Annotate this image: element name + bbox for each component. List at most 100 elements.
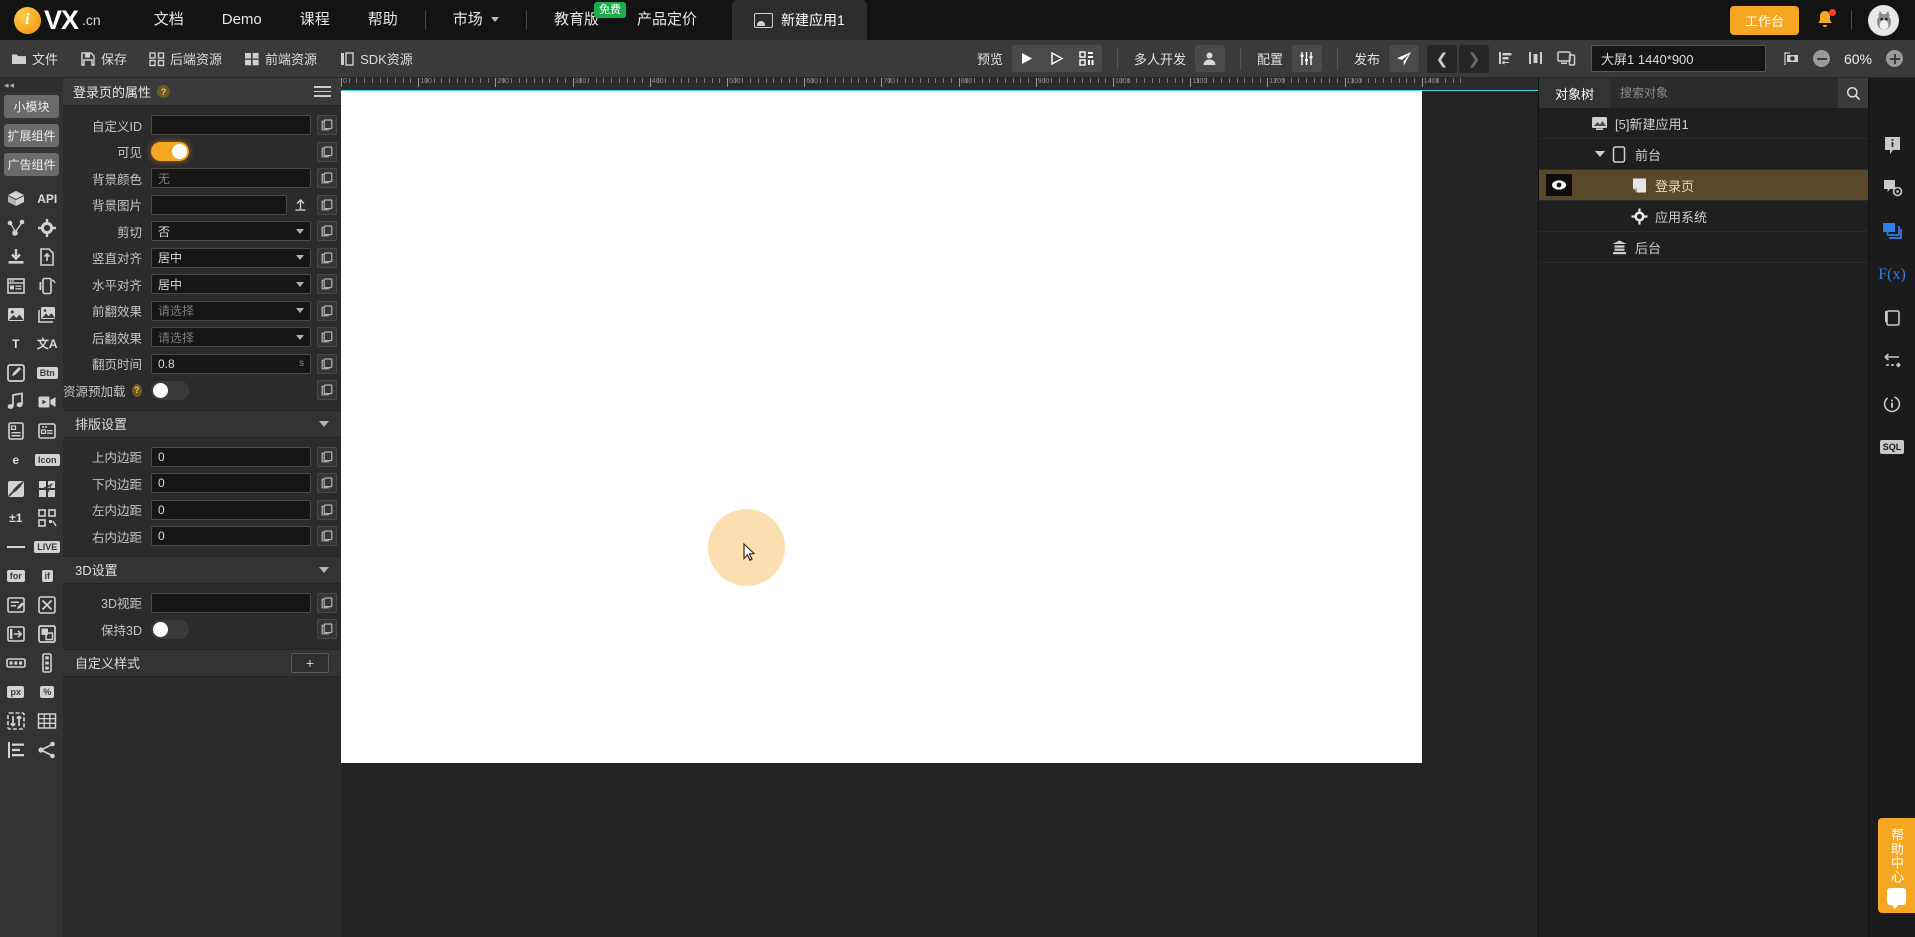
form-input-icon[interactable] [0, 416, 32, 445]
image-icon[interactable] [0, 300, 32, 329]
qrcode-icon[interactable] [1072, 45, 1102, 72]
copy-object-icon[interactable] [1879, 304, 1906, 331]
brand-logo[interactable]: i VX .cn [14, 5, 101, 36]
chevron-right-icon[interactable]: ❯ [1459, 44, 1489, 73]
search-icon[interactable] [1838, 78, 1868, 108]
rail-button-extension-components[interactable]: 扩展组件 [4, 124, 59, 147]
toolbar-frontend-resources[interactable]: 前端资源 [233, 40, 328, 78]
sliders-icon[interactable] [1292, 45, 1322, 72]
mobile-signal-icon[interactable] [32, 271, 64, 300]
toolbar-file[interactable]: 文件 [0, 40, 69, 78]
copy-icon[interactable] [317, 168, 337, 189]
property-input[interactable]: 无 [151, 168, 311, 189]
tree-node-4[interactable]: 后台 [1539, 232, 1868, 263]
share-icon[interactable] [32, 735, 64, 764]
property-input[interactable] [151, 194, 287, 215]
upload-icon[interactable] [289, 195, 311, 215]
copy-icon[interactable] [317, 300, 337, 321]
music-note-icon[interactable] [0, 387, 32, 416]
copy-icon[interactable] [317, 473, 337, 494]
question-mark-icon[interactable]: ? [157, 85, 171, 98]
tree-node-0[interactable]: [5]新建应用1 [1539, 108, 1868, 139]
workbench-button[interactable]: 工作台 [1729, 5, 1799, 35]
copy-icon[interactable] [317, 115, 337, 136]
property-select[interactable]: 否 [151, 221, 311, 242]
collapse-left-icon[interactable]: ◂◂ [0, 78, 63, 92]
rail-button-ad-components[interactable]: 广告组件 [4, 153, 59, 176]
layout-input[interactable]: 0 [151, 446, 311, 467]
function-fx-icon[interactable]: F(x) [1878, 261, 1906, 288]
copy-icon[interactable] [317, 327, 337, 348]
edit-pencil-icon[interactable] [0, 358, 32, 387]
threed-toggle[interactable] [151, 619, 189, 639]
sql-icon[interactable]: SQL [1879, 433, 1906, 460]
progress-bar-icon[interactable] [0, 648, 32, 677]
plus-circle-icon[interactable] [1886, 50, 1903, 67]
layers-icon[interactable] [32, 619, 64, 648]
play-outline-icon[interactable] [1042, 45, 1072, 72]
form-edit-icon[interactable] [0, 590, 32, 619]
bubble-stack-icon[interactable] [1879, 218, 1906, 245]
screen-size-input[interactable] [1591, 45, 1766, 72]
property-toggle[interactable] [151, 142, 189, 162]
section-layout-settings[interactable]: 排版设置 [63, 409, 341, 438]
browser-e-icon[interactable]: e [0, 445, 32, 474]
translate-icon[interactable]: 文A [32, 329, 64, 358]
devices-icon[interactable] [1551, 45, 1581, 72]
data-flow-icon[interactable] [1879, 347, 1906, 374]
rich-text-icon[interactable] [32, 416, 64, 445]
toolbar-save[interactable]: 保存 [69, 40, 138, 78]
stage-wrapper[interactable] [341, 91, 1538, 937]
text-T-icon[interactable]: T [0, 329, 32, 358]
shuffle-icon[interactable] [32, 590, 64, 619]
layout-input[interactable]: 0 [151, 499, 311, 520]
video-camera-icon[interactable] [32, 387, 64, 416]
hamburger-menu-icon[interactable] [314, 86, 331, 97]
layout-input[interactable]: 0 [151, 473, 311, 494]
copy-icon[interactable] [317, 619, 337, 640]
section-3d-settings[interactable]: 3D设置 [63, 555, 341, 584]
live-icon[interactable]: LIVE [32, 532, 64, 561]
property-select[interactable]: 请选择 [151, 300, 311, 321]
nav-item-docs[interactable]: 文档 [135, 0, 203, 40]
api-text-icon[interactable]: API [32, 184, 64, 213]
tree-node-3[interactable]: 应用系统 [1539, 201, 1868, 232]
file-upload-icon[interactable] [32, 242, 64, 271]
page-canvas[interactable] [341, 91, 1422, 763]
search-input[interactable] [1610, 78, 1838, 108]
copy-icon[interactable] [317, 592, 337, 613]
nav-item-market[interactable]: 市场 [434, 0, 518, 40]
nav-item-courses[interactable]: 课程 [281, 0, 349, 40]
copy-icon[interactable] [317, 380, 337, 401]
percent-unit-icon[interactable]: % [32, 677, 64, 706]
paper-plane-icon[interactable] [1389, 45, 1419, 72]
slide-in-icon[interactable] [0, 619, 32, 648]
gear-icon[interactable] [32, 213, 64, 242]
qrcode-scan-icon[interactable] [32, 503, 64, 532]
threed-input[interactable] [151, 592, 311, 613]
expand-triangle-icon[interactable] [1592, 151, 1608, 157]
share-nodes-icon[interactable] [0, 213, 32, 242]
copy-icon[interactable] [317, 141, 337, 162]
app-tab-new-app-1[interactable]: 新建应用1 [732, 0, 867, 40]
table-grid-icon[interactable] [32, 706, 64, 735]
nav-item-demo[interactable]: Demo [203, 0, 281, 40]
if-condition-icon[interactable]: if [32, 561, 64, 590]
screenshot-icon[interactable] [1782, 45, 1804, 72]
for-loop-icon[interactable]: for [0, 561, 32, 590]
align-list-icon[interactable] [0, 735, 32, 764]
eye-icon[interactable] [1546, 174, 1572, 196]
user-icon[interactable] [1195, 45, 1225, 72]
copy-icon[interactable] [317, 499, 337, 520]
align-left-icon[interactable] [1491, 45, 1519, 72]
property-input[interactable]: 0.8 s [151, 353, 311, 374]
property-toggle[interactable] [151, 380, 189, 400]
browser-window-icon[interactable] [0, 271, 32, 300]
copy-icon[interactable] [317, 526, 337, 547]
layout-input[interactable]: 0 [151, 526, 311, 547]
button-icon[interactable]: Btn [32, 358, 64, 387]
play-icon[interactable] [1012, 45, 1042, 72]
plusminus-one-icon[interactable]: ±1 [0, 503, 32, 532]
image-stack-icon[interactable] [32, 300, 64, 329]
sort-updown-icon[interactable] [0, 706, 32, 735]
